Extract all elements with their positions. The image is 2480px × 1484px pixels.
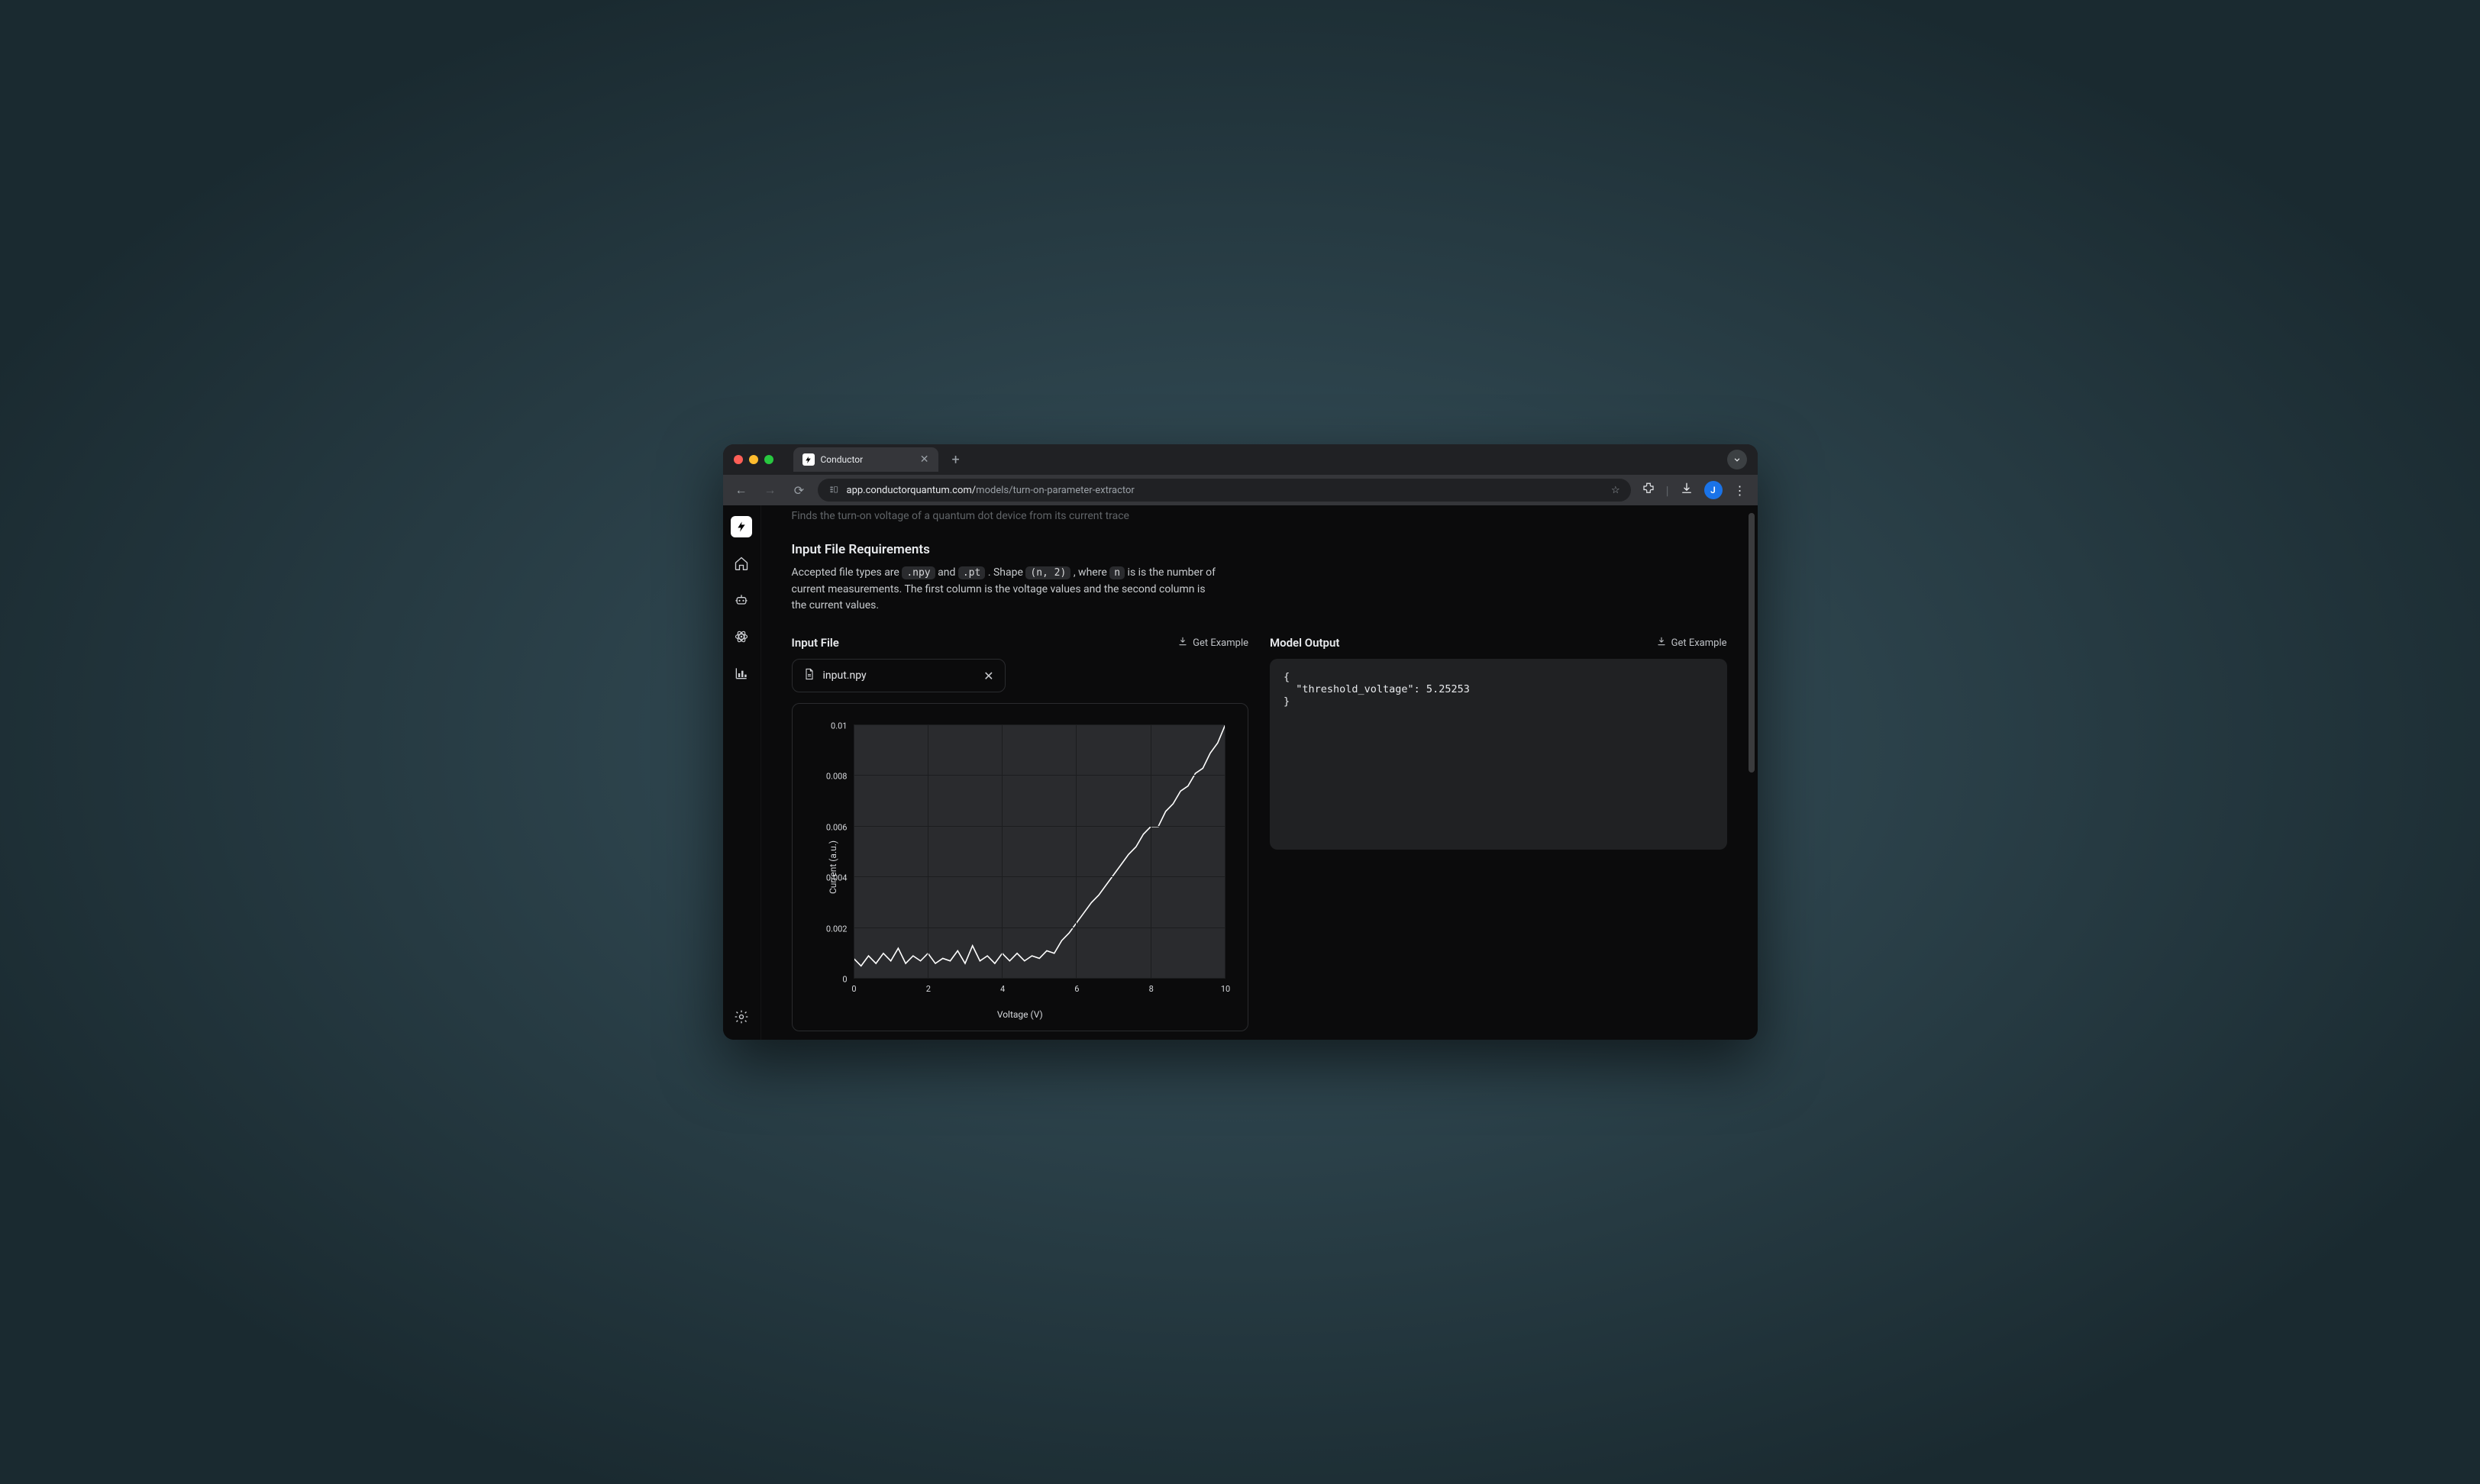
x-tick: 0 [851, 984, 856, 994]
plot-area[interactable] [854, 725, 1225, 979]
app-logo[interactable] [731, 516, 752, 537]
get-example-output-button[interactable]: Get Example [1656, 636, 1727, 650]
x-tick: 10 [1221, 984, 1230, 994]
url-host: app.conductorquantum.com/ [847, 485, 977, 496]
bookmark-icon[interactable]: ☆ [1611, 485, 1620, 496]
filetype-npy: .npy [902, 566, 935, 579]
file-icon [803, 668, 815, 683]
x-tick: 2 [926, 984, 931, 994]
new-tab-button[interactable]: + [945, 452, 967, 468]
downloads-icon[interactable] [1677, 482, 1697, 498]
chart-icon[interactable] [731, 663, 752, 684]
tab-list-button[interactable] [1727, 450, 1747, 469]
output-column: Model Output Get Example { "threshold_vo… [1270, 636, 1727, 1031]
url-field[interactable]: app.conductorquantum.com/models/turn-on-… [818, 479, 1631, 502]
extensions-icon[interactable] [1639, 482, 1658, 498]
forward-button[interactable]: → [760, 482, 781, 498]
window-minimize[interactable] [749, 455, 758, 464]
download-icon [1656, 636, 1667, 650]
x-tick: 6 [1074, 984, 1079, 994]
profile-avatar[interactable]: J [1704, 481, 1723, 499]
model-description-partial: Finds the turn-on voltage of a quantum d… [792, 510, 1727, 522]
tab-strip: Conductor ✕ + [723, 444, 1758, 475]
robot-icon[interactable] [731, 589, 752, 611]
main-panel: Finds the turn-on voltage of a quantum d… [761, 505, 1758, 1040]
y-tick: 0.01 [799, 721, 848, 731]
input-file-heading: Input File [792, 636, 839, 650]
x-tick: 4 [1000, 984, 1005, 994]
requirements-title: Input File Requirements [792, 542, 1727, 557]
address-bar: ← → ⟳ app.conductorquantum.com/models/tu… [723, 475, 1758, 505]
y-tick: 0.008 [799, 772, 848, 782]
n-pill: n [1109, 566, 1125, 579]
chart-ylabel: Current (a.u.) [828, 840, 838, 894]
url-path: models/turn-on-parameter-extractor [976, 485, 1135, 496]
clear-file-icon[interactable]: ✕ [983, 669, 993, 683]
download-icon [1177, 636, 1188, 650]
window-maximize[interactable] [764, 455, 773, 464]
input-column: Input File Get Example input.npy [792, 636, 1249, 1031]
y-tick: 0.002 [799, 924, 848, 934]
x-tick: 8 [1149, 984, 1154, 994]
browser-tab[interactable]: Conductor ✕ [793, 447, 938, 472]
chart-container: Current (a.u.) Voltage (V) 0 2 4 6 8 10 0 0.002… [792, 703, 1249, 1031]
gear-icon[interactable] [731, 1006, 752, 1028]
avatar-initial: J [1710, 485, 1716, 495]
model-output-heading: Model Output [1270, 636, 1339, 650]
window-close[interactable] [734, 455, 743, 464]
y-tick: 0 [799, 975, 848, 985]
input-file-chip[interactable]: input.npy ✕ [792, 659, 1006, 692]
atom-icon[interactable] [731, 626, 752, 647]
traffic-lights [734, 455, 773, 464]
app-sidebar [723, 505, 761, 1040]
app-content: Finds the turn-on voltage of a quantum d… [723, 505, 1758, 1040]
tab-close-icon[interactable]: ✕ [920, 453, 929, 466]
model-output-json[interactable]: { "threshold_voltage": 5.25253 } [1270, 659, 1727, 850]
requirements-description: Accepted file types are .npy and .pt . S… [792, 565, 1219, 615]
filetype-pt: .pt [958, 566, 985, 579]
get-example-input-button[interactable]: Get Example [1177, 636, 1248, 650]
site-info-icon[interactable] [828, 484, 839, 497]
y-tick: 0.006 [799, 822, 848, 832]
favicon [802, 453, 815, 466]
input-file-name: input.npy [823, 669, 867, 682]
reload-button[interactable]: ⟳ [789, 483, 810, 498]
chart-xlabel: Voltage (V) [793, 1009, 1248, 1020]
shape-pill: (n, 2) [1025, 566, 1070, 579]
home-icon[interactable] [731, 553, 752, 574]
browser-menu-icon[interactable]: ⋮ [1730, 483, 1750, 498]
scrollbar-thumb[interactable] [1749, 513, 1755, 773]
browser-window: Conductor ✕ + ← → ⟳ app.conductorquantum… [723, 444, 1758, 1040]
io-columns: Input File Get Example input.npy [792, 636, 1727, 1031]
back-button[interactable]: ← [731, 482, 752, 498]
y-tick: 0.004 [799, 873, 848, 883]
tab-title: Conductor [821, 454, 914, 465]
